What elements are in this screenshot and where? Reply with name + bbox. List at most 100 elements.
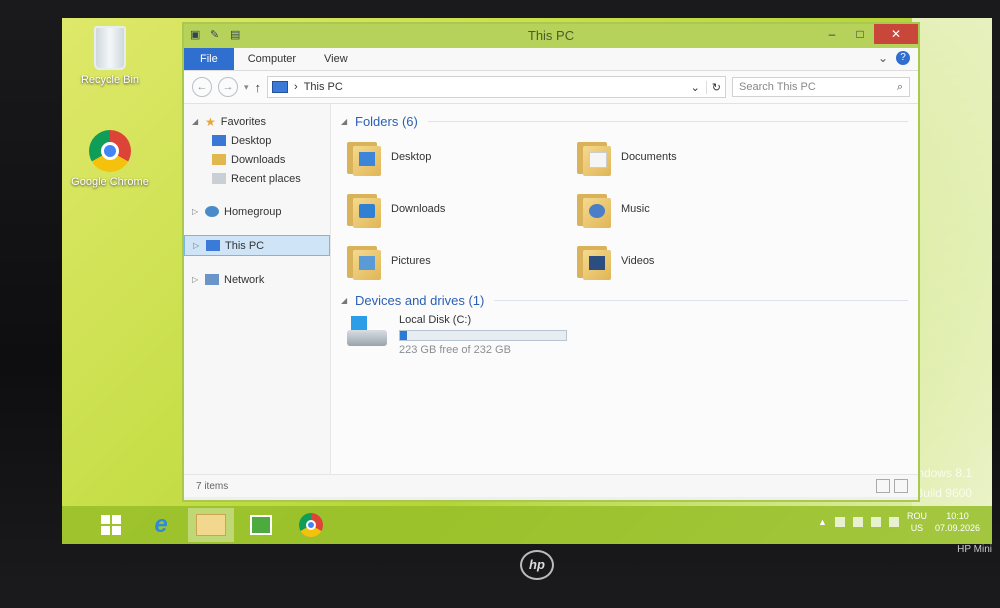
homegroup-icon [205, 206, 219, 217]
this-pc-icon [206, 240, 220, 251]
address-dropdown-icon[interactable]: ⌄ [691, 81, 700, 94]
battery-icon[interactable] [870, 517, 881, 527]
explorer-window: ▣ ✎ ▤ This PC – □ ✕ File Computer View ⌄… [182, 22, 920, 502]
folder-icon [347, 242, 381, 280]
drive-name: Local Disk (C:) [399, 314, 472, 326]
collapse-arrow-icon[interactable]: ◢ [341, 296, 349, 305]
folders-group-header[interactable]: ◢ Folders (6) [341, 114, 908, 129]
network-status-icon[interactable] [852, 517, 863, 527]
show-hidden-icons-icon[interactable]: ▲ [818, 517, 827, 527]
minimize-button[interactable]: – [818, 24, 846, 44]
drive-free-space: 223 GB free of 232 GB [399, 344, 511, 356]
taskbar-file-explorer[interactable] [188, 508, 234, 542]
drive-usage-fill [400, 331, 407, 340]
collapsed-arrow-icon[interactable]: ▷ [192, 275, 200, 284]
desktop-icon-label: Recycle Bin [80, 74, 140, 86]
volume-icon[interactable] [888, 517, 899, 527]
details-view-icon[interactable] [876, 479, 890, 493]
chrome-icon [299, 513, 323, 537]
chrome-icon [89, 130, 131, 172]
title-bar[interactable]: ▣ ✎ ▤ This PC – □ ✕ [184, 24, 918, 48]
recent-locations-icon[interactable]: ▾ [244, 82, 249, 93]
folder-pictures[interactable]: Pictures [347, 239, 577, 283]
folder-icon [577, 242, 611, 280]
folder-icon [577, 190, 611, 228]
close-button[interactable]: ✕ [874, 24, 918, 44]
forward-button[interactable]: → [218, 77, 238, 97]
large-icons-view-icon[interactable] [894, 479, 908, 493]
nav-item-recent-places[interactable]: Recent places [184, 169, 330, 188]
drive-local-disk-c[interactable]: Local Disk (C:) 223 GB free of 232 GB [341, 314, 908, 356]
ribbon-expand-icon[interactable]: ⌄ [878, 51, 888, 65]
device-model-label: HP Mini [957, 544, 992, 555]
help-icon[interactable]: ? [896, 51, 910, 65]
folder-icon [577, 138, 611, 176]
nav-network[interactable]: ▷ Network [184, 270, 330, 289]
nav-homegroup[interactable]: ▷ Homegroup [184, 202, 330, 221]
clock[interactable]: 10:10 07.09.2026 [935, 510, 980, 534]
downloads-icon [212, 154, 226, 165]
store-icon [250, 515, 272, 535]
expand-arrow-icon[interactable]: ◢ [192, 117, 200, 126]
address-path[interactable]: This PC [304, 81, 343, 93]
folder-documents[interactable]: Documents [577, 135, 807, 179]
drives-group-header[interactable]: ◢ Devices and drives (1) [341, 293, 908, 308]
collapsed-arrow-icon[interactable]: ▷ [192, 207, 200, 216]
status-bar: 7 items [184, 474, 918, 497]
hp-logo: hp [520, 550, 554, 580]
folders-grid: Desktop Documents Downloads Music Pictur… [341, 135, 908, 283]
address-separator[interactable]: › [294, 81, 298, 93]
input-language[interactable]: ROU US [907, 510, 927, 534]
recent-places-icon [212, 173, 226, 184]
desktop-icon [212, 135, 226, 146]
wallpaper-leaf [912, 18, 992, 538]
folder-desktop[interactable]: Desktop [347, 135, 577, 179]
network-icon [205, 274, 219, 285]
address-bar[interactable]: › This PC ⌄ ↻ [267, 76, 726, 98]
folder-downloads[interactable]: Downloads [347, 187, 577, 231]
recycle-bin-icon [94, 26, 126, 70]
taskbar-internet-explorer[interactable]: e [138, 508, 184, 542]
desktop-icon-label: Google Chrome [71, 176, 149, 188]
ribbon-tabs: File Computer View ⌄ ? [184, 48, 918, 71]
maximize-button[interactable]: □ [846, 24, 874, 44]
search-placeholder: Search This PC [739, 81, 816, 93]
content-pane: ◢ Folders (6) Desktop Documents Download… [331, 104, 918, 474]
nav-this-pc[interactable]: ▷ This PC [184, 235, 330, 256]
collapsed-arrow-icon[interactable]: ▷ [193, 241, 201, 250]
system-tray: ▲ ROU US 10:10 07.09.2026 [818, 510, 980, 534]
up-button[interactable]: ↑ [255, 80, 262, 95]
drive-usage-bar [399, 330, 567, 341]
taskbar: e ▲ ROU US 10:10 07.09.2026 [62, 506, 992, 544]
tab-file[interactable]: File [184, 48, 234, 70]
internet-explorer-icon: e [154, 511, 168, 538]
tab-computer[interactable]: Computer [234, 48, 310, 70]
refresh-icon[interactable]: ↻ [705, 80, 721, 94]
hard-drive-icon [347, 314, 387, 348]
action-center-icon[interactable] [834, 517, 845, 527]
taskbar-chrome[interactable] [288, 508, 334, 542]
window-title: This PC [527, 28, 575, 43]
search-icon[interactable]: ⌕ [897, 81, 903, 94]
folder-videos[interactable]: Videos [577, 239, 807, 283]
tab-view[interactable]: View [310, 48, 362, 70]
star-icon: ★ [205, 114, 216, 129]
window-controls: – □ ✕ [818, 24, 918, 44]
collapse-arrow-icon[interactable]: ◢ [341, 117, 349, 126]
address-row: ← → ▾ ↑ › This PC ⌄ ↻ Search This PC ⌕ [184, 71, 918, 104]
folder-music[interactable]: Music [577, 187, 807, 231]
nav-item-desktop[interactable]: Desktop [184, 131, 330, 150]
desktop-icon-google-chrome[interactable]: Google Chrome [70, 130, 150, 188]
back-button[interactable]: ← [192, 77, 212, 97]
desktop-icon-recycle-bin[interactable]: Recycle Bin [70, 26, 150, 86]
folder-icon [347, 190, 381, 228]
item-count: 7 items [196, 480, 229, 492]
nav-item-downloads[interactable]: Downloads [184, 150, 330, 169]
windows-logo-icon [101, 515, 121, 535]
search-input[interactable]: Search This PC ⌕ [732, 77, 910, 97]
explorer-body: ◢ ★ Favorites Desktop Downloads Recent p… [184, 104, 918, 474]
taskbar-store[interactable] [238, 508, 284, 542]
start-button[interactable] [88, 508, 134, 542]
nav-favorites[interactable]: ◢ ★ Favorites [184, 112, 330, 131]
file-explorer-icon [196, 514, 226, 536]
